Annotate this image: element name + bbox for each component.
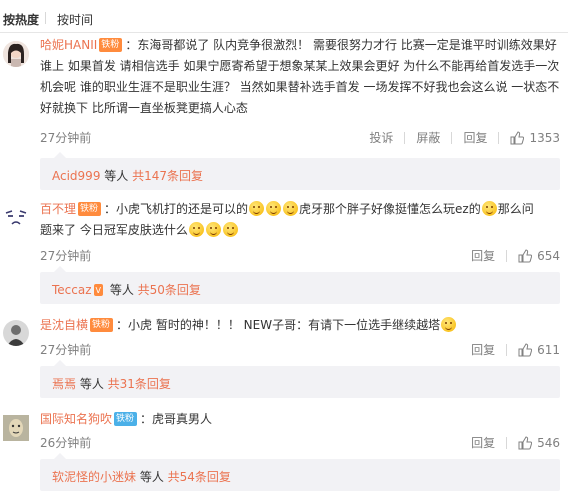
comment-text-line: 机会呢 谁的职业生涯不是职业生涯？ 当然如果替补选手首发 一场发挥不好我也会这么… [40, 80, 560, 94]
thumbs-up-icon [518, 248, 533, 262]
comment-item: 哈妮HANII 铁粉 ：东海哥都说了 队内竞争很激烈！ 需要很努力才行 比赛一定是谁… [0, 33, 568, 190]
action-divider [506, 343, 508, 356]
comment-text: ：虎哥真男人 [140, 412, 213, 426]
fan-badge[interactable]: 铁粉 [78, 201, 102, 216]
reply-button[interactable]: 回复 [471, 247, 495, 264]
sort-by-hot-tab[interactable]: 按热度 [3, 11, 39, 28]
grin-emoji-icon [266, 201, 282, 216]
sort-bar: 按热度 按时间 [0, 0, 568, 33]
thumbs-up-icon [518, 435, 533, 449]
reply-summary[interactable]: 焉焉 等人 共31条回复 [40, 360, 560, 398]
view-replies-link[interactable]: 共54条回复 [168, 470, 231, 484]
action-divider [506, 436, 508, 449]
reply-username[interactable]: 软泥怪的小迷妹 [52, 470, 136, 484]
grin-emoji-icon [283, 201, 299, 216]
sort-by-time-tab[interactable]: 按时间 [57, 11, 93, 28]
reply-button[interactable]: 回复 [463, 129, 487, 146]
comment-text-line: ：东海哥都说了 队内竞争很激烈！ 需要很努力才行 比赛一定是谁平时训练效果好 [125, 38, 557, 52]
block-button[interactable]: 屏蔽 [416, 129, 440, 146]
comment-item: 国际知名狗吹 铁粉 ：虎哥真男人 26分钟前 回复 546 软泥怪的小迷妹 等人 共… [0, 400, 568, 503]
comment-username[interactable]: 百不理 [40, 202, 76, 216]
reply-summary[interactable]: Acid999 等人 共147条回复 [40, 152, 560, 190]
comment-username[interactable]: 国际知名狗吹 [40, 412, 112, 426]
reply-username[interactable]: Teccaz [52, 283, 92, 297]
like-count: 1353 [529, 130, 560, 145]
reply-username[interactable]: Acid999 [52, 169, 100, 183]
reply-others-text: 等人 [76, 377, 108, 391]
thumbs-up-icon [510, 130, 525, 144]
comment-text: 虎牙那个胖子好像挺懂怎么玩ez的 [299, 202, 481, 216]
action-divider [506, 249, 508, 262]
comment-timestamp: 27分钟前 [40, 131, 92, 145]
comment-timestamp: 27分钟前 [40, 249, 92, 263]
like-count: 654 [537, 248, 560, 263]
report-button[interactable]: 投诉 [369, 129, 393, 146]
comment-item: 是沈自横 铁粉 ：小虎 暂时的神！！！ NEW子哥：有请下一位选手继续越塔 27分钟… [0, 305, 568, 400]
avatar[interactable] [3, 415, 29, 441]
comment-item: 百不理 铁粉 ：小虎飞机打的还是可以的 虎牙那个胖子好像挺懂怎么玩ez的 那么问 题来了… [0, 190, 568, 305]
like-button[interactable]: 654 [518, 249, 560, 263]
like-button[interactable]: 1353 [510, 131, 560, 145]
sort-divider [45, 12, 46, 24]
fan-badge[interactable]: 铁粉 [90, 317, 114, 332]
cat-emoji-icon [441, 317, 457, 332]
comment-username[interactable]: 是沈自横 [40, 318, 88, 332]
comment-text-line: 谁上 如果首发 请相信选手 如果宁愿寄希望于想象某某上效果会更好 为什么不能再给… [40, 59, 560, 73]
fan-badge: V [93, 283, 104, 296]
comment-username[interactable]: 哈妮HANII [40, 38, 97, 52]
comment-text: ：小虎飞机打的还是可以的 [104, 202, 249, 216]
reply-username[interactable]: 焉焉 [52, 377, 76, 391]
like-button[interactable]: 611 [518, 343, 560, 357]
action-divider [498, 131, 500, 144]
reply-summary[interactable]: Teccaz V 等人 共50条回复 [40, 266, 560, 304]
grin-emoji-icon [188, 222, 204, 237]
view-replies-link[interactable]: 共147条回复 [132, 169, 203, 183]
like-button[interactable]: 546 [518, 436, 560, 450]
comment-text-line: 好就换下 比所谓一直坐板凳更搞人心态 [40, 101, 248, 115]
reply-button[interactable]: 回复 [471, 434, 495, 451]
avatar[interactable] [3, 204, 29, 230]
grin-emoji-icon [205, 222, 221, 237]
fan-badge[interactable]: 铁粉 [99, 37, 123, 52]
reply-button[interactable]: 回复 [471, 341, 495, 358]
grin-emoji-icon [222, 222, 238, 237]
avatar[interactable] [3, 41, 29, 67]
like-count: 611 [537, 342, 560, 357]
action-divider [451, 131, 453, 144]
comment-text: 题来了 今日冠军皮肤选什么 [40, 223, 188, 237]
thinking-emoji-icon [481, 201, 497, 216]
action-divider [404, 131, 406, 144]
reply-summary[interactable]: 软泥怪的小迷妹 等人 共54条回复 [40, 453, 560, 491]
thumbs-up-icon [518, 342, 533, 356]
grin-emoji-icon [249, 201, 265, 216]
comment-timestamp: 27分钟前 [40, 343, 92, 357]
comment-timestamp: 26分钟前 [40, 436, 92, 450]
view-replies-link[interactable]: 共50条回复 [138, 283, 201, 297]
reply-others-text: 等人 [136, 470, 168, 484]
avatar[interactable] [3, 320, 29, 346]
reply-others-text: 等人 [106, 283, 138, 297]
comment-text: 那么问 [497, 202, 534, 216]
comment-text: ：小虎 暂时的神！！！ NEW子哥：有请下一位选手继续越塔 [116, 318, 441, 332]
reply-others-text: 等人 [100, 169, 133, 183]
view-replies-link[interactable]: 共31条回复 [108, 377, 171, 391]
fan-badge[interactable]: 铁粉 [114, 411, 138, 426]
like-count: 546 [537, 435, 560, 450]
